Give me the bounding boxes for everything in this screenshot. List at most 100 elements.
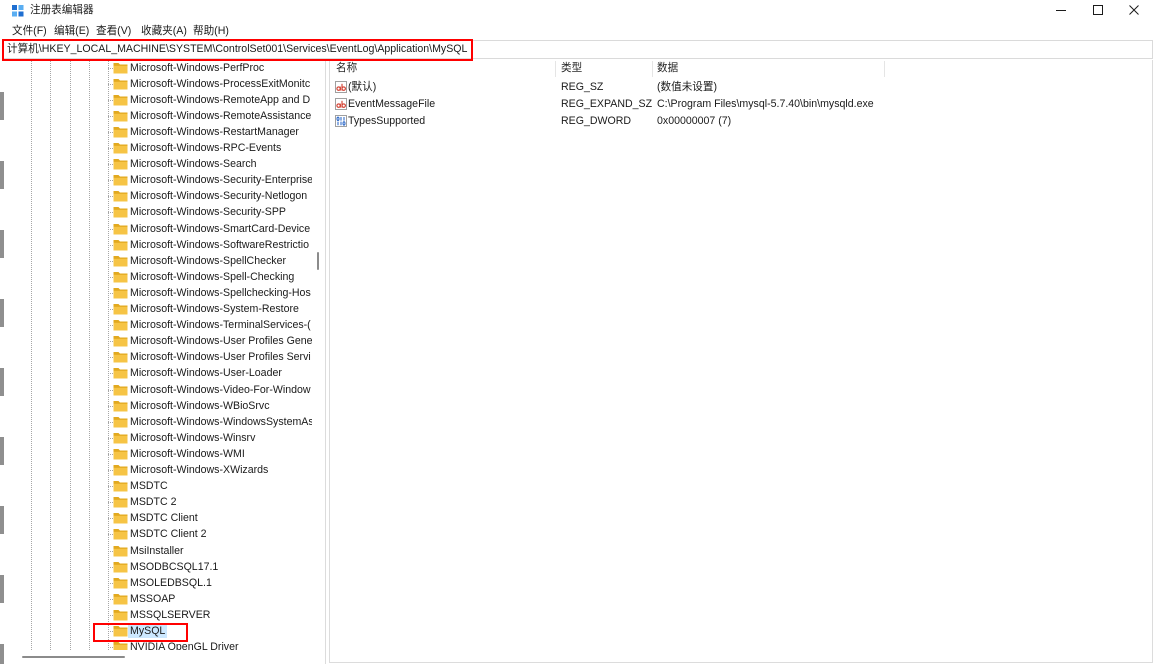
column-header-type[interactable]: 类型 <box>561 62 582 75</box>
column-header-data[interactable]: 数据 <box>657 62 678 75</box>
tree-item[interactable]: Microsoft-Windows-WMI <box>0 446 312 462</box>
tree-item[interactable]: Microsoft-Windows-Security-Enterprise <box>0 172 312 188</box>
tree-item-label[interactable]: Microsoft-Windows-Spell-Checking <box>130 269 294 285</box>
tree-item-label[interactable]: Microsoft-Windows-SoftwareRestrictio <box>130 237 309 253</box>
tree-item-label[interactable]: Microsoft-Windows-User Profiles Gene <box>130 333 312 349</box>
menu-view[interactable]: 查看(V) <box>96 25 131 38</box>
tree-item[interactable]: Microsoft-Windows-User Profiles Gene <box>0 333 312 349</box>
tree-item-label[interactable]: Microsoft-Windows-Video-For-Window <box>130 382 311 398</box>
tree-item-label[interactable]: Microsoft-Windows-RemoteAssistance <box>130 108 311 124</box>
tree-item[interactable]: MSODBCSQL17.1 <box>0 559 312 575</box>
tree-item[interactable]: MySQL <box>0 623 312 639</box>
tree-item-label[interactable]: Microsoft-Windows-Security-SPP <box>130 204 286 220</box>
column-divider[interactable] <box>555 61 556 77</box>
tree-item-label[interactable]: MsiInstaller <box>130 543 184 559</box>
folder-icon <box>113 528 128 540</box>
tree-item-label[interactable]: Microsoft-Windows-XWizards <box>130 462 268 478</box>
tree-item[interactable]: Microsoft-Windows-Spell-Checking <box>0 269 312 285</box>
column-divider[interactable] <box>652 61 653 77</box>
tree-item[interactable]: Microsoft-Windows-XWizards <box>0 462 312 478</box>
tree-item[interactable]: Microsoft-Windows-Video-For-Window <box>0 382 312 398</box>
tree-item-label[interactable]: MSDTC Client 2 <box>130 526 207 542</box>
tree-item-label[interactable]: Microsoft-Windows-RestartManager <box>130 124 299 140</box>
tree-item[interactable]: Microsoft-Windows-RestartManager <box>0 124 312 140</box>
tree-item-label[interactable]: Microsoft-Windows-User Profiles Servi <box>130 349 311 365</box>
tree-item[interactable]: Microsoft-Windows-RemoteAssistance <box>0 108 312 124</box>
menu-favorites[interactable]: 收藏夹(A) <box>141 25 187 38</box>
tree-item[interactable]: Microsoft-Windows-Winsrv <box>0 430 312 446</box>
value-name[interactable]: EventMessageFile <box>348 96 435 113</box>
tree-item[interactable]: Microsoft-Windows-SmartCard-Device <box>0 221 312 237</box>
value-name[interactable]: (默认) <box>348 79 376 96</box>
tree-horizontal-scrollbar[interactable] <box>22 656 125 658</box>
tree-item-label[interactable]: Microsoft-Windows-WBioSrvc <box>130 398 270 414</box>
tree-item[interactable]: Microsoft-Windows-User Profiles Servi <box>0 349 312 365</box>
column-header-name[interactable]: 名称 <box>336 62 357 75</box>
tree-item[interactable]: MSDTC Client 2 <box>0 526 312 542</box>
tree-item[interactable]: Microsoft-Windows-SoftwareRestrictio <box>0 237 312 253</box>
tree-item[interactable]: Microsoft-Windows-Security-SPP <box>0 204 312 220</box>
tree-item-label[interactable]: MSODBCSQL17.1 <box>130 559 218 575</box>
tree-item-label[interactable]: Microsoft-Windows-PerfProc <box>130 60 264 76</box>
tree-item[interactable]: MSOLEDBSQL.1 <box>0 575 312 591</box>
tree-item[interactable]: Microsoft-Windows-System-Restore <box>0 301 312 317</box>
tree-item[interactable]: Microsoft-Windows-WBioSrvc <box>0 398 312 414</box>
tree-item[interactable]: Microsoft-Windows-TerminalServices-( <box>0 317 312 333</box>
tree-item-label[interactable]: Microsoft-Windows-WindowsSystemAs <box>130 414 312 430</box>
tree-item-label[interactable]: Microsoft-Windows-Security-Enterprise <box>130 172 312 188</box>
tree-item[interactable]: Microsoft-Windows-PerfProc <box>0 60 312 76</box>
tree-item[interactable]: MSDTC Client <box>0 510 312 526</box>
tree-item[interactable]: Microsoft-Windows-ProcessExitMonitc <box>0 76 312 92</box>
tree-item-label[interactable]: Microsoft-Windows-RPC-Events <box>130 140 281 156</box>
title-bar[interactable]: 注册表编辑器 <box>0 0 1155 22</box>
menu-edit[interactable]: 编辑(E) <box>54 25 89 38</box>
tree-item[interactable]: Microsoft-Windows-Spellchecking-Hos <box>0 285 312 301</box>
tree-item-label[interactable]: Microsoft-Windows-TerminalServices-( <box>130 317 311 333</box>
value-row[interactable]: TypesSupported REG_DWORD 0x00000007 (7) <box>330 113 1152 130</box>
tree-item-label[interactable]: Microsoft-Windows-Spellchecking-Hos <box>130 285 311 301</box>
tree-item-label[interactable]: MSSQLSERVER <box>130 607 210 623</box>
address-bar-path[interactable]: 计算机\HKEY_LOCAL_MACHINE\SYSTEM\ControlSet… <box>7 43 467 56</box>
value-name[interactable]: TypesSupported <box>348 113 425 130</box>
tree-item[interactable]: Microsoft-Windows-SpellChecker <box>0 253 312 269</box>
tree-item-label[interactable]: MSOLEDBSQL.1 <box>130 575 212 591</box>
maximize-button[interactable] <box>1080 0 1116 22</box>
tree-item[interactable]: Microsoft-Windows-Security-Netlogon <box>0 188 312 204</box>
tree-item[interactable]: Microsoft-Windows-RemoteApp and D <box>0 92 312 108</box>
tree-item-label[interactable]: Microsoft-Windows-RemoteApp and D <box>130 92 310 108</box>
tree-item[interactable]: Microsoft-Windows-WindowsSystemAs <box>0 414 312 430</box>
tree-item[interactable]: Microsoft-Windows-RPC-Events <box>0 140 312 156</box>
tree-item-label[interactable]: Microsoft-Windows-User-Loader <box>130 365 282 381</box>
tree-item-label[interactable]: Microsoft-Windows-Winsrv <box>130 430 255 446</box>
menu-help[interactable]: 帮助(H) <box>193 25 229 38</box>
tree-item-label[interactable]: MySQL <box>128 624 168 638</box>
tree-item-label[interactable]: Microsoft-Windows-SmartCard-Device <box>130 221 310 237</box>
tree-item-label[interactable]: Microsoft-Windows-Search <box>130 156 257 172</box>
menu-file[interactable]: 文件(F) <box>12 25 47 38</box>
value-row[interactable]: EventMessageFile REG_EXPAND_SZ C:\Program … <box>330 96 1152 113</box>
tree-item-label[interactable]: Microsoft-Windows-WMI <box>130 446 245 462</box>
tree-item-label[interactable]: MSDTC <box>130 478 168 494</box>
tree-item[interactable]: Microsoft-Windows-Search <box>0 156 312 172</box>
tree-item-label[interactable]: MSDTC Client <box>130 510 198 526</box>
tree-item[interactable]: MSSOAP <box>0 591 312 607</box>
address-bar[interactable]: 计算机\HKEY_LOCAL_MACHINE\SYSTEM\ControlSet… <box>2 40 1153 59</box>
tree-item[interactable]: MSSQLSERVER <box>0 607 312 623</box>
tree-item-label[interactable]: MSSOAP <box>130 591 175 607</box>
tree-item[interactable]: MSDTC <box>0 478 312 494</box>
tree-item[interactable]: NVIDIA OpenGL Driver <box>0 639 312 650</box>
tree-item-label[interactable]: NVIDIA OpenGL Driver <box>130 639 239 650</box>
tree-item[interactable]: MsiInstaller <box>0 543 312 559</box>
tree-item-label[interactable]: MSDTC 2 <box>130 494 177 510</box>
tree-item-label[interactable]: Microsoft-Windows-SpellChecker <box>130 253 286 269</box>
column-divider[interactable] <box>884 61 885 77</box>
tree-item-label[interactable]: Microsoft-Windows-ProcessExitMonitc <box>130 76 310 92</box>
tree-vertical-scrollbar[interactable] <box>317 252 319 270</box>
close-button[interactable] <box>1116 0 1152 22</box>
tree-item[interactable]: Microsoft-Windows-User-Loader <box>0 365 312 381</box>
tree-item-label[interactable]: Microsoft-Windows-Security-Netlogon <box>130 188 307 204</box>
minimize-button[interactable] <box>1043 0 1079 22</box>
tree-item-label[interactable]: Microsoft-Windows-System-Restore <box>130 301 299 317</box>
value-row[interactable]: (默认) REG_SZ (数值未设置) <box>330 79 1152 96</box>
tree-item[interactable]: MSDTC 2 <box>0 494 312 510</box>
